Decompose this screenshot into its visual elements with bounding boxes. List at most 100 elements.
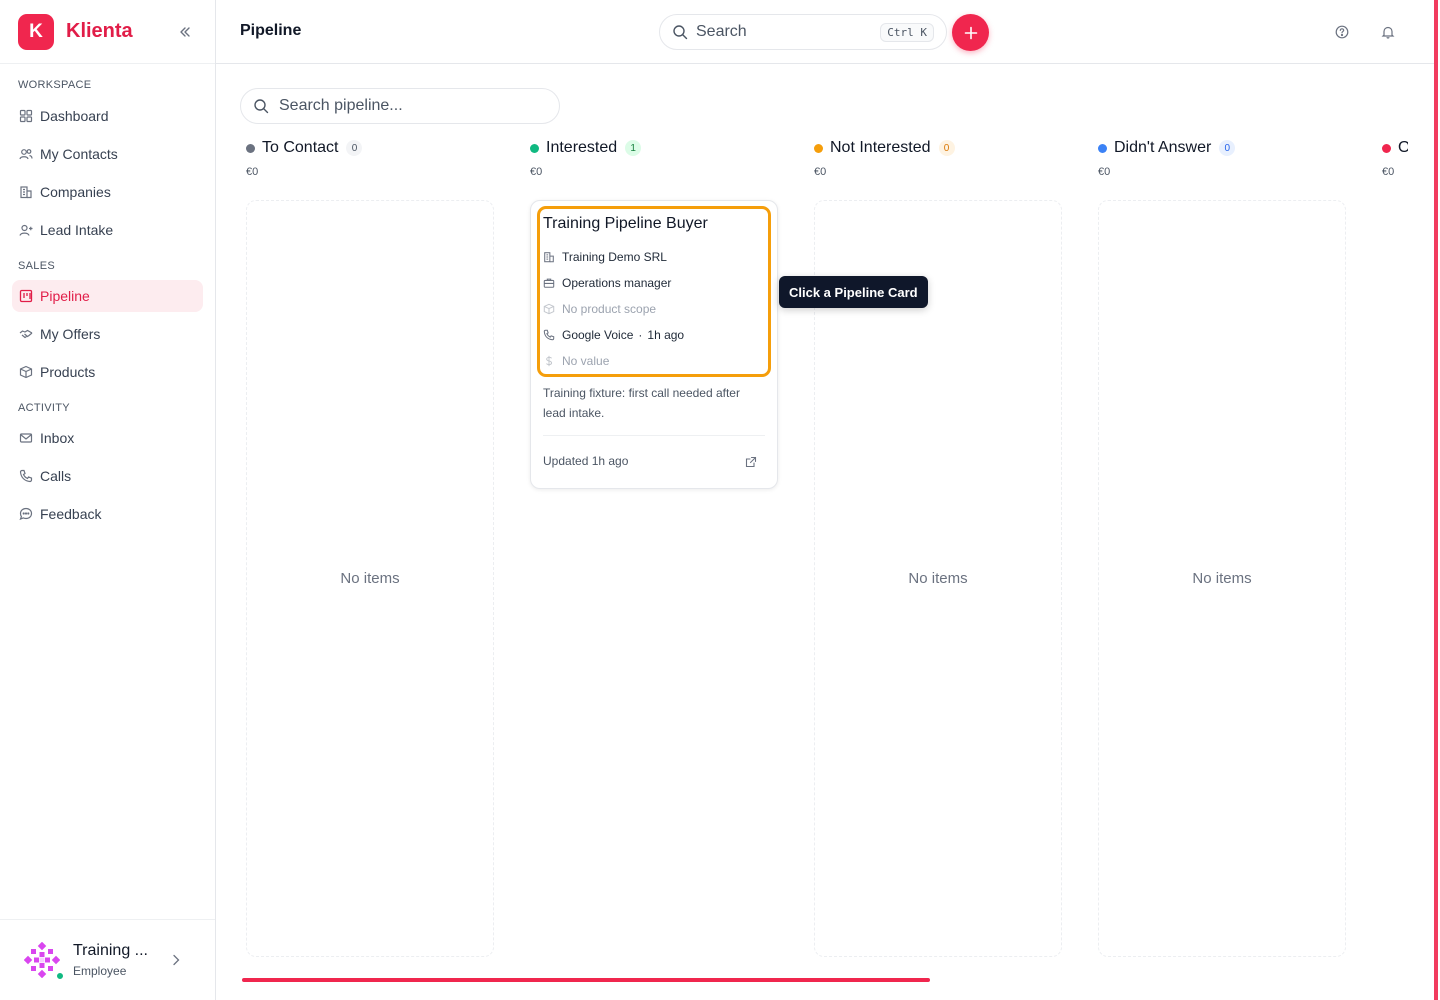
card-company: Training Demo SRL xyxy=(562,250,667,264)
card-call-time: 1h ago xyxy=(647,328,685,342)
avatar xyxy=(23,941,64,980)
horizontal-scrollbar[interactable] xyxy=(242,978,1408,982)
sidebar-item-my-offers[interactable]: My Offers xyxy=(12,318,203,350)
column-count-badge: 0 xyxy=(346,140,363,156)
chevron-right-icon xyxy=(173,954,180,966)
card-value-row: No value xyxy=(543,353,609,369)
sidebar-item-label: Products xyxy=(40,364,96,380)
user-name: Training ... xyxy=(73,942,148,959)
sidebar-item-my-contacts[interactable]: My Contacts xyxy=(12,138,203,170)
column-count-badge: 0 xyxy=(1219,140,1236,156)
column-dropzone[interactable]: No items xyxy=(1098,200,1346,957)
handshake-icon xyxy=(19,329,33,339)
column-status-dot xyxy=(1098,143,1107,153)
separator-dot: · xyxy=(638,328,643,342)
package-icon xyxy=(19,365,33,379)
help-icon xyxy=(1335,25,1349,39)
card-product: No product scope xyxy=(562,302,657,316)
sidebar-item-dashboard[interactable]: Dashboard xyxy=(12,100,203,132)
pipeline-board: Search pipeline... To Contact 0 €0 No it… xyxy=(216,64,1434,1000)
sidebar-item-label: My Contacts xyxy=(40,146,118,162)
mail-icon xyxy=(19,433,33,443)
sidebar-item-label: Companies xyxy=(40,184,111,200)
card-updated-time: Updated 1h ago xyxy=(543,454,629,468)
column-partial: O €0 xyxy=(1376,138,1408,178)
user-profile-button[interactable]: Training ... Employee xyxy=(0,919,215,1000)
column-dropzone[interactable]: No items xyxy=(246,200,494,957)
sidebar-item-lead-intake[interactable]: Lead Intake xyxy=(12,214,203,246)
column-status-dot xyxy=(530,143,539,153)
column-total-value: €0 xyxy=(1382,166,1395,178)
pipeline-card[interactable]: Training Pipeline Buyer Training Demo SR… xyxy=(530,200,778,489)
sidebar-item-calls[interactable]: Calls xyxy=(12,460,203,492)
help-button[interactable] xyxy=(1333,23,1351,41)
column-status-dot xyxy=(814,143,823,153)
brand-logo[interactable]: K xyxy=(18,13,54,50)
pipeline-search-input[interactable]: Search pipeline... xyxy=(240,88,560,124)
external-link-icon xyxy=(745,456,757,468)
page-title: Pipeline xyxy=(240,22,302,39)
column-title: Didn't Answer xyxy=(1114,139,1212,156)
card-product-row: No product scope xyxy=(543,301,656,317)
column-count-badge: 1 xyxy=(625,140,642,156)
column-didnt-answer: Didn't Answer 0 €0 No items xyxy=(1092,138,1346,957)
column-header[interactable]: O xyxy=(1376,138,1408,158)
column-header[interactable]: Not Interested 0 xyxy=(808,138,1056,158)
column-total-value: €0 xyxy=(530,166,543,178)
column-title: O xyxy=(1398,139,1408,156)
column-header[interactable]: Didn't Answer 0 xyxy=(1092,138,1340,158)
column-dropzone[interactable]: No items xyxy=(814,200,1062,957)
card-call-row: Google Voice · 1h ago xyxy=(543,327,684,343)
kanban-icon xyxy=(19,289,33,303)
users-icon xyxy=(19,149,33,160)
card-title: Training Pipeline Buyer xyxy=(543,215,708,232)
column-header[interactable]: Interested 1 xyxy=(524,138,772,158)
sidebar-item-inbox[interactable]: Inbox xyxy=(12,422,203,454)
package-icon xyxy=(543,303,555,315)
grid-icon xyxy=(19,109,33,123)
search-icon xyxy=(673,25,688,40)
column-header[interactable]: To Contact 0 xyxy=(240,138,488,158)
sidebar-item-label: Dashboard xyxy=(40,108,109,124)
sidebar-item-products[interactable]: Products xyxy=(12,356,203,388)
scrollbar-thumb[interactable] xyxy=(242,978,930,982)
add-new-button[interactable] xyxy=(952,14,989,51)
column-total-value: €0 xyxy=(246,166,259,178)
phone-icon xyxy=(19,469,33,483)
card-divider xyxy=(543,435,765,436)
sidebar-item-companies[interactable]: Companies xyxy=(12,176,203,208)
column-status-dot xyxy=(246,143,255,153)
building-icon xyxy=(544,252,554,263)
column-count-badge: 0 xyxy=(938,140,955,156)
empty-state-text: No items xyxy=(340,570,400,587)
empty-state-text: No items xyxy=(1192,570,1252,587)
notifications-button[interactable] xyxy=(1379,23,1397,41)
sidebar-item-pipeline[interactable]: Pipeline xyxy=(12,280,203,312)
sidebar-item-feedback[interactable]: Feedback xyxy=(12,498,203,530)
dollar-icon xyxy=(546,355,553,367)
tooltip-click-pipeline-card: Click a Pipeline Card xyxy=(779,276,928,308)
column-total-value: €0 xyxy=(1098,166,1111,178)
message-icon xyxy=(19,507,33,521)
sidebar-item-label: Feedback xyxy=(40,506,102,522)
card-call-source: Google Voice xyxy=(562,328,634,342)
empty-state-text: No items xyxy=(908,570,968,587)
card-description: Training fixture: first call needed afte… xyxy=(543,386,740,420)
section-label-activity: ACTIVITY xyxy=(18,402,70,414)
brand-name[interactable]: Klienta xyxy=(66,20,133,43)
collapse-sidebar-button[interactable] xyxy=(175,22,195,42)
card-role: Operations manager xyxy=(562,276,672,290)
briefcase-icon xyxy=(543,278,555,288)
sidebar: K Klienta WORKSPACE Dashboard My Contact… xyxy=(0,0,216,1000)
sidebar-item-label: My Offers xyxy=(40,326,101,342)
global-search-input[interactable]: Search Ctrl K xyxy=(659,14,947,50)
keyboard-shortcut-badge: Ctrl K xyxy=(880,22,934,42)
user-role: Employee xyxy=(73,964,127,978)
online-status-dot xyxy=(56,972,64,980)
open-card-button[interactable] xyxy=(745,455,757,473)
vertical-scrollbar-accent[interactable] xyxy=(1434,0,1438,1000)
user-plus-icon xyxy=(19,224,33,236)
building-icon xyxy=(20,186,32,199)
sidebar-item-label: Inbox xyxy=(40,430,75,446)
pipeline-search-placeholder: Search pipeline... xyxy=(279,97,403,114)
